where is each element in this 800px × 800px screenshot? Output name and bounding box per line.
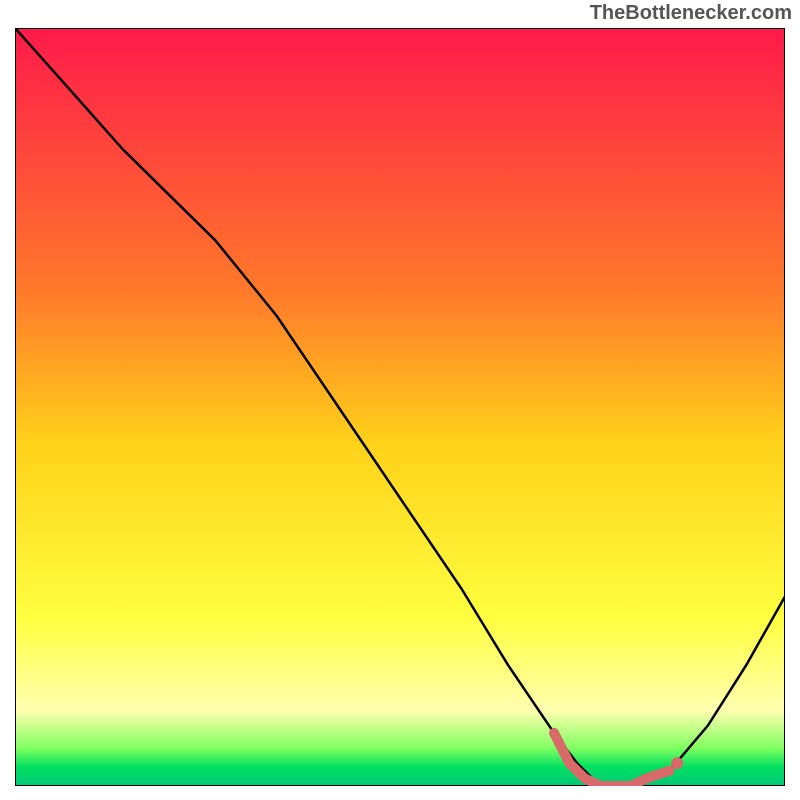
- chart-svg: [15, 28, 785, 786]
- gradient-background: [15, 28, 785, 786]
- highlight-end-dot: [671, 757, 683, 769]
- watermark-text: TheBottlenecker.com: [590, 2, 792, 25]
- plot-area: [15, 28, 785, 786]
- chart-container: TheBottlenecker.com: [0, 0, 800, 800]
